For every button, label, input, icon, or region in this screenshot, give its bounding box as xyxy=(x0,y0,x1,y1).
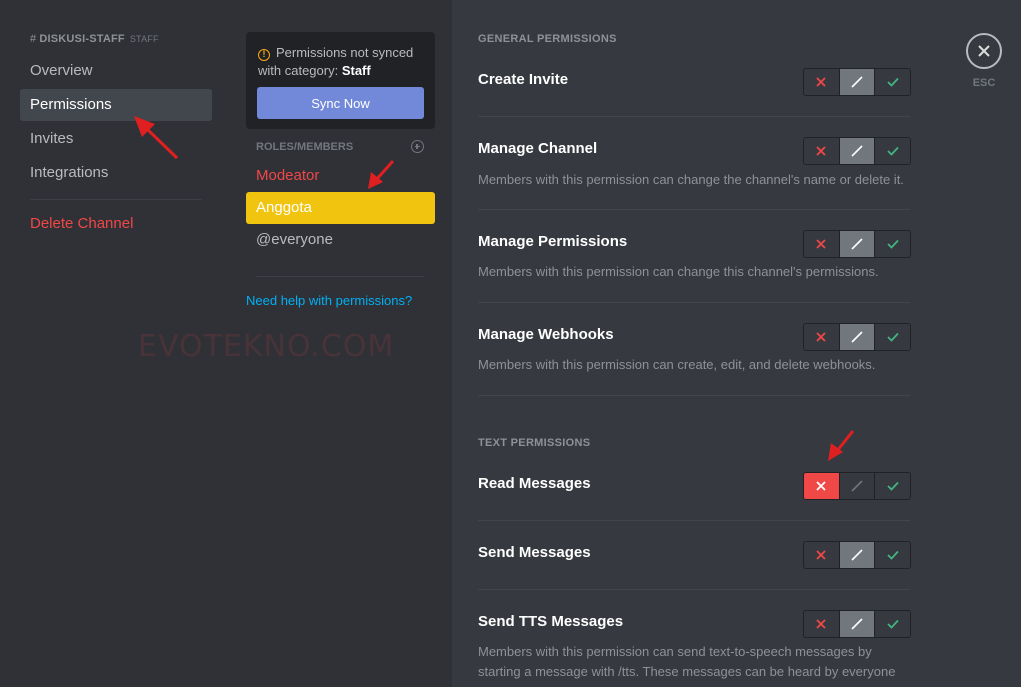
permission-divider xyxy=(478,302,910,303)
permission-toggle xyxy=(803,323,911,351)
x-icon xyxy=(816,77,826,87)
nav-item-permissions[interactable]: Permissions xyxy=(20,89,212,121)
check-icon xyxy=(887,619,899,629)
slash-icon xyxy=(851,480,863,492)
allow-button[interactable] xyxy=(874,324,910,350)
check-icon xyxy=(887,77,899,87)
deny-button[interactable] xyxy=(804,473,839,499)
neutral-button[interactable] xyxy=(838,473,875,499)
close-button[interactable] xyxy=(966,33,1002,69)
check-icon xyxy=(887,550,899,560)
neutral-button[interactable] xyxy=(838,324,875,350)
permission-description: Members with this permission can change … xyxy=(478,172,904,187)
neutral-button[interactable] xyxy=(838,69,875,95)
check-icon xyxy=(887,332,899,342)
sync-notice: ! Permissions not synced with category: S… xyxy=(246,32,435,129)
neutral-button[interactable] xyxy=(838,231,875,257)
neutral-button[interactable] xyxy=(838,611,875,637)
deny-button[interactable] xyxy=(804,138,839,164)
allow-button[interactable] xyxy=(874,542,910,568)
warning-icon: ! xyxy=(258,49,270,61)
channel-name: DISKUSI-STAFF xyxy=(39,33,125,45)
permission-divider xyxy=(478,116,910,117)
slash-icon xyxy=(851,331,863,343)
category-name: STAFF xyxy=(129,34,159,44)
permission-toggle xyxy=(803,137,911,165)
allow-button[interactable] xyxy=(874,231,910,257)
neutral-button[interactable] xyxy=(838,542,875,568)
x-icon xyxy=(816,481,826,491)
permission-description: Members with this permission can change … xyxy=(478,264,879,279)
nav-item-integrations[interactable]: Integrations xyxy=(20,157,212,189)
allow-button[interactable] xyxy=(874,473,910,499)
hash-icon: # xyxy=(30,33,37,45)
x-icon xyxy=(816,332,826,342)
slash-icon xyxy=(851,238,863,250)
permission-toggle xyxy=(803,68,911,96)
permission-name: Create Invite xyxy=(478,71,569,88)
check-icon xyxy=(887,239,899,249)
permission-name: Manage Webhooks xyxy=(478,326,614,343)
check-icon xyxy=(887,481,899,491)
allow-button[interactable] xyxy=(874,69,910,95)
role-item-everyone[interactable]: @everyone xyxy=(246,224,435,256)
roles-header: ROLES/MEMBERS xyxy=(256,140,424,153)
check-icon xyxy=(887,146,899,156)
add-role-icon[interactable] xyxy=(411,140,424,153)
permission-divider xyxy=(478,589,910,590)
deny-button[interactable] xyxy=(804,324,839,350)
roles-header-label: ROLES/MEMBERS xyxy=(256,140,354,153)
permission-name: Send TTS Messages xyxy=(478,613,624,630)
permission-toggle xyxy=(803,541,911,569)
x-icon xyxy=(816,619,826,629)
role-item-modeator[interactable]: Modeator xyxy=(246,160,435,192)
watermark: EVOTEKNO.COM xyxy=(138,329,395,364)
role-item-anggota[interactable]: Anggota xyxy=(246,192,435,224)
permission-toggle xyxy=(803,610,911,638)
permission-name: Read Messages xyxy=(478,475,591,492)
slash-icon xyxy=(851,618,863,630)
permission-divider xyxy=(478,395,910,396)
text-permissions-title: TEXT PERMISSIONS xyxy=(478,437,591,449)
nav-divider xyxy=(30,199,202,200)
neutral-button[interactable] xyxy=(838,138,875,164)
deny-button[interactable] xyxy=(804,231,839,257)
nav-item-invites[interactable]: Invites xyxy=(20,123,212,155)
permission-toggle xyxy=(803,472,911,500)
esc-label: ESC xyxy=(972,77,996,89)
allow-button[interactable] xyxy=(874,138,910,164)
permission-description: Members with this permission can create,… xyxy=(478,357,876,372)
channel-header: # DISKUSI-STAFF STAFF xyxy=(30,33,159,45)
permission-name: Send Messages xyxy=(478,544,591,561)
permission-divider xyxy=(478,520,910,521)
roles-divider xyxy=(256,276,424,277)
permission-divider xyxy=(478,209,910,210)
general-permissions-title: GENERAL PERMISSIONS xyxy=(478,33,617,45)
slash-icon xyxy=(851,76,863,88)
permission-description: Members with this permission can send te… xyxy=(478,644,896,679)
x-icon xyxy=(816,550,826,560)
notice-category: Staff xyxy=(341,63,371,78)
permission-name: Manage Permissions xyxy=(478,233,628,250)
permissions-help-link[interactable]: Need help with permissions? xyxy=(246,293,412,308)
delete-channel-button[interactable]: Delete Channel xyxy=(20,208,212,240)
slash-icon xyxy=(851,145,863,157)
deny-button[interactable] xyxy=(804,611,839,637)
x-icon xyxy=(816,146,826,156)
sync-now-button[interactable]: Sync Now xyxy=(257,87,424,119)
permission-toggle xyxy=(803,230,911,258)
deny-button[interactable] xyxy=(804,542,839,568)
deny-button[interactable] xyxy=(804,69,839,95)
sync-notice-text: ! Permissions not synced with category: S… xyxy=(258,44,428,80)
nav-item-overview[interactable]: Overview xyxy=(20,55,212,87)
notice-message: Permissions not synced with category: xyxy=(258,45,414,78)
close-icon xyxy=(978,45,990,57)
allow-button[interactable] xyxy=(874,611,910,637)
slash-icon xyxy=(851,549,863,561)
permission-name: Manage Channel xyxy=(478,140,598,157)
x-icon xyxy=(816,239,826,249)
